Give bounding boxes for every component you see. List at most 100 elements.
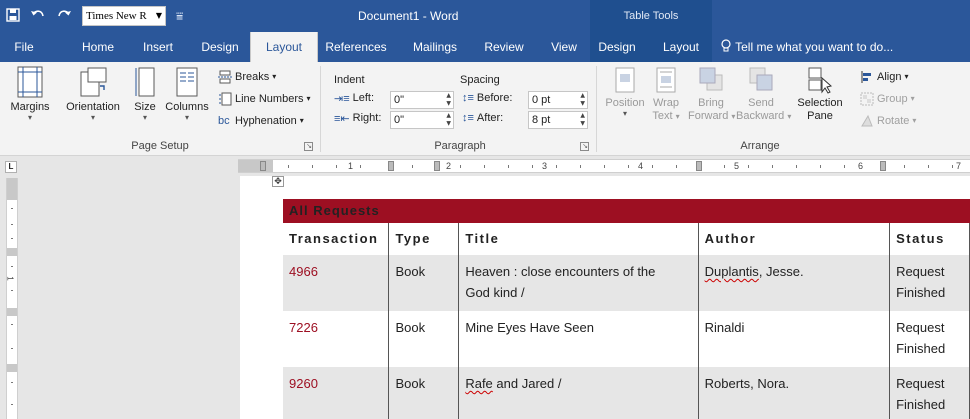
type-cell[interactable]: Book xyxy=(388,311,460,367)
type-cell[interactable]: Book xyxy=(388,367,460,419)
column-header-transaction[interactable]: Transaction xyxy=(283,223,390,255)
status-cell[interactable]: Request Finished xyxy=(889,367,970,419)
author-cell[interactable]: Rinaldi xyxy=(698,311,891,367)
breaks-button[interactable]: Breaks ▾ xyxy=(218,68,276,86)
column-header-author[interactable]: Author xyxy=(698,223,891,255)
ruler-column-marker[interactable] xyxy=(388,161,394,171)
table-tools-context: Table Tools xyxy=(590,0,712,32)
spinner-icon[interactable]: ▲ ▼ xyxy=(446,112,451,128)
position-icon xyxy=(615,67,635,93)
redo-icon[interactable] xyxy=(56,8,72,25)
orientation-button[interactable]: Orientation ▾ xyxy=(60,66,126,122)
paragraph-launcher-icon[interactable]: ↘ xyxy=(580,142,589,151)
chevron-down-icon: ▾ xyxy=(272,72,277,81)
author-cell[interactable]: Duplantis, Jesse. xyxy=(698,255,891,311)
ruler-number: 6 xyxy=(858,161,864,171)
wrap-label-1: Wrap xyxy=(652,97,680,109)
size-button[interactable]: Size ▾ xyxy=(130,66,160,122)
ruler-row: L 1 2 3 4 5 6 7 xyxy=(0,157,970,175)
status-cell[interactable]: Request Finished xyxy=(889,311,970,367)
wrap-text-button[interactable]: Wrap Text ▾ xyxy=(648,66,684,123)
tab-design[interactable]: Design xyxy=(196,32,244,62)
bring-forward-button[interactable]: Bring Forward ▾ xyxy=(688,66,735,123)
title-cell[interactable]: Rafe and Jared / xyxy=(458,367,699,419)
chevron-down-icon: ▾ xyxy=(142,113,147,122)
column-header-type[interactable]: Type xyxy=(388,223,460,255)
ruler-column-marker[interactable] xyxy=(880,161,886,171)
indent-left-input[interactable]: 0" ▲ ▼ xyxy=(390,91,454,109)
align-button[interactable]: Align ▾ xyxy=(860,68,908,86)
indent-right-icon: ≡⇤ xyxy=(334,113,350,125)
table-row[interactable]: 7226 Book Mine Eyes Have Seen Rinaldi Re… xyxy=(283,311,970,367)
indent-right-label: ≡⇤ Right: xyxy=(334,112,382,125)
breaks-icon xyxy=(218,70,232,84)
tab-insert[interactable]: Insert xyxy=(136,32,180,62)
page-setup-group-label: Page Setup xyxy=(131,140,189,152)
undo-icon[interactable] xyxy=(30,8,46,25)
font-name-box[interactable]: Times New R ▼ xyxy=(82,6,166,26)
tell-me-box[interactable]: Tell me what you want to do... xyxy=(720,32,893,62)
spinner-icon[interactable]: ▲ ▼ xyxy=(446,92,451,108)
arrange-group-label: Arrange xyxy=(740,140,780,152)
selection-pane-button[interactable]: Selection Pane xyxy=(790,66,850,123)
author-cell[interactable]: Roberts, Nora. xyxy=(698,367,891,419)
tab-layout[interactable]: Layout xyxy=(250,32,318,62)
tab-home[interactable]: Home xyxy=(76,32,120,62)
rotate-icon xyxy=(861,114,873,127)
vertical-ruler[interactable]: 1 xyxy=(6,178,18,419)
group-label: Group xyxy=(877,93,908,105)
margins-icon xyxy=(17,66,43,98)
transaction-cell[interactable]: 9260 xyxy=(283,367,390,419)
columns-icon xyxy=(176,67,198,97)
ruler-column-marker[interactable] xyxy=(696,161,702,171)
ruler-number: 3 xyxy=(542,161,548,171)
position-button[interactable]: Position ▾ xyxy=(602,66,648,118)
requests-table[interactable]: All Requests Transaction Type Title Auth… xyxy=(283,199,970,419)
column-header-title[interactable]: Title xyxy=(458,223,699,255)
spacing-after-input[interactable]: 8 pt ▲ ▼ xyxy=(528,111,588,129)
tab-review[interactable]: Review xyxy=(476,32,532,62)
type-cell[interactable]: Book xyxy=(388,255,460,311)
table-move-handle-icon[interactable]: ✥ xyxy=(272,176,284,187)
spinner-icon[interactable]: ▲ ▼ xyxy=(580,92,585,108)
tab-references[interactable]: References xyxy=(322,32,390,62)
tab-view[interactable]: View xyxy=(544,32,584,62)
size-icon xyxy=(135,67,155,97)
tab-file[interactable]: File xyxy=(6,32,42,62)
spacing-before-input[interactable]: 0 pt ▲ ▼ xyxy=(528,91,588,109)
transaction-cell[interactable]: 4966 xyxy=(283,255,390,311)
tab-mailings[interactable]: Mailings xyxy=(404,32,466,62)
status-cell[interactable]: Request Finished xyxy=(889,255,970,311)
spacing-before-label: ↕≡ Before: xyxy=(462,92,513,104)
column-header-status[interactable]: Status xyxy=(889,223,970,255)
table-row[interactable]: 4966 Book Heaven : close encounters of t… xyxy=(283,255,970,311)
group-button[interactable]: Group ▾ xyxy=(860,90,915,108)
hyphenation-button[interactable]: bc Hyphenation ▾ xyxy=(218,112,304,130)
chevron-down-icon: ▾ xyxy=(904,72,909,81)
table-row[interactable]: 9260 Book Rafe and Jared / Roberts, Nora… xyxy=(283,367,970,419)
bring-forward-icon xyxy=(699,67,723,91)
ruler-column-marker[interactable] xyxy=(260,161,266,171)
spinner-icon[interactable]: ▲ ▼ xyxy=(580,112,585,128)
chevron-down-icon: ▼ xyxy=(155,11,162,20)
customize-icon[interactable]: ⩸ xyxy=(176,9,183,24)
title-cell[interactable]: Mine Eyes Have Seen xyxy=(458,311,699,367)
columns-button[interactable]: Columns ▾ xyxy=(162,66,212,122)
table-title-row: All Requests xyxy=(283,199,970,223)
tab-table-layout[interactable]: Layout xyxy=(656,32,706,62)
rotate-button[interactable]: Rotate ▾ xyxy=(860,112,916,130)
lightbulb-icon xyxy=(720,39,735,54)
selection-label-2: Pane xyxy=(807,110,833,122)
title-cell[interactable]: Heaven : close encounters of the God kind… xyxy=(458,255,699,311)
margins-button[interactable]: Margins ▾ xyxy=(4,66,56,122)
transaction-cell[interactable]: 7226 xyxy=(283,311,390,367)
save-icon[interactable] xyxy=(6,7,20,25)
line-numbers-button[interactable]: Line Numbers ▾ xyxy=(218,90,311,108)
tab-table-design[interactable]: Design xyxy=(592,32,642,62)
send-backward-button[interactable]: Send Backward ▾ xyxy=(736,66,791,123)
horizontal-ruler[interactable]: 1 2 3 4 5 6 7 xyxy=(238,159,970,173)
page-setup-launcher-icon[interactable]: ↘ xyxy=(304,142,313,151)
ruler-column-marker[interactable] xyxy=(434,161,440,171)
tab-selector[interactable]: L xyxy=(5,161,17,173)
indent-right-input[interactable]: 0" ▲ ▼ xyxy=(390,111,454,129)
